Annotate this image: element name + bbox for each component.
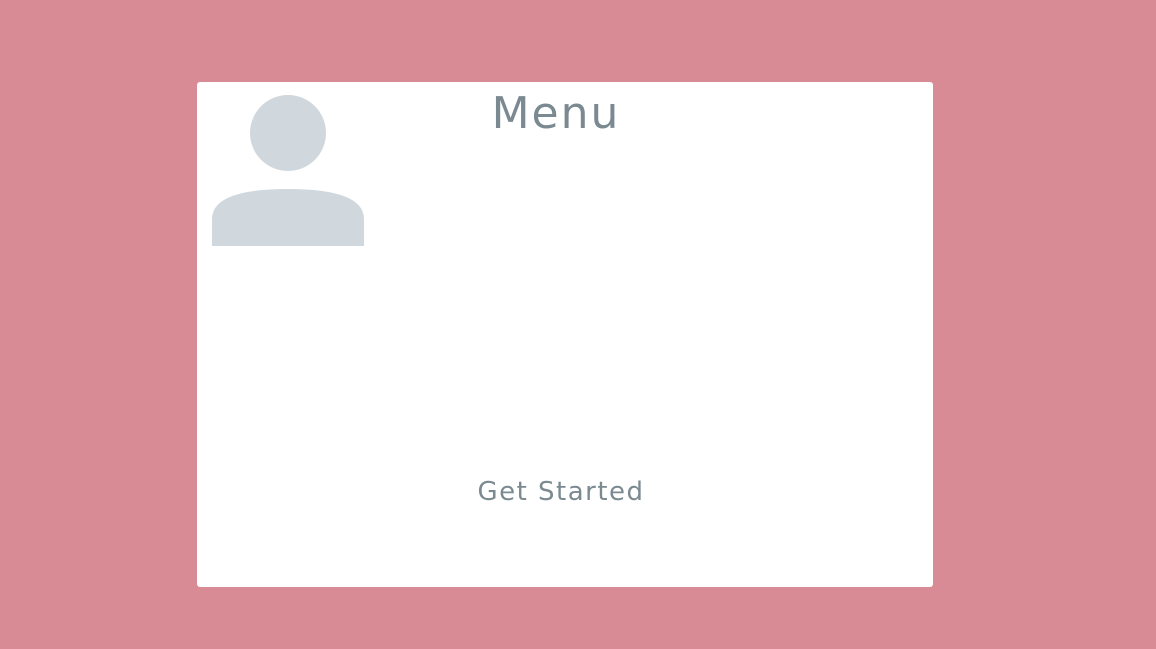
get-started-button[interactable]: Get Started (197, 474, 925, 510)
menu-card: Menu Get Started (197, 82, 933, 587)
menu-title: Menu (491, 88, 621, 139)
avatar-shoulders (212, 189, 364, 246)
